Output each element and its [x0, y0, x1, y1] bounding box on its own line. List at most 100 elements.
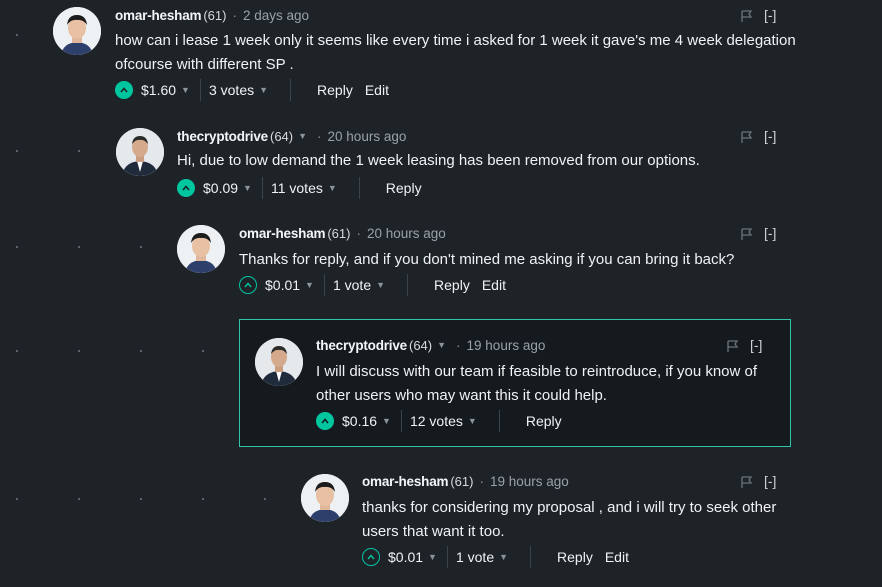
- flag-icon[interactable]: [740, 227, 754, 241]
- collapse-toggle[interactable]: [-]: [764, 225, 776, 241]
- timestamp-link[interactable]: 20 hours ago: [367, 226, 446, 241]
- comment: omar-hesham (61) · 2 days ago [-] how ca…: [0, 0, 882, 110]
- caret-down-icon[interactable]: ▼: [499, 552, 508, 562]
- author-name[interactable]: thecryptodrive: [316, 338, 407, 353]
- vote-count[interactable]: 12 votes: [410, 413, 463, 429]
- vote-count[interactable]: 11 votes: [271, 180, 323, 196]
- comment-thread: omar-hesham (61) · 2 days ago [-] how ca…: [0, 0, 882, 587]
- edit-button[interactable]: Edit: [482, 277, 506, 293]
- flag-icon[interactable]: [740, 475, 754, 489]
- author-name[interactable]: omar-hesham: [115, 8, 202, 23]
- vote-count[interactable]: 1 vote: [456, 549, 494, 565]
- user-avatar-icon: [116, 128, 164, 176]
- payout-value[interactable]: $0.01: [265, 277, 300, 293]
- flag-icon[interactable]: [726, 339, 740, 353]
- divider: [530, 546, 532, 568]
- avatar[interactable]: [116, 128, 164, 176]
- comment-header: thecryptodrive (64) ▼ · 19 hours ago: [316, 335, 545, 355]
- caret-down-icon[interactable]: ▼: [181, 85, 190, 95]
- flag-icon[interactable]: [740, 9, 754, 23]
- comment-header: omar-hesham (61) · 20 hours ago: [239, 223, 446, 243]
- author-name[interactable]: omar-hesham: [239, 226, 326, 241]
- chevron-up-icon: [244, 282, 252, 288]
- timestamp-link[interactable]: 20 hours ago: [328, 129, 407, 144]
- payout-value[interactable]: $0.09: [203, 180, 238, 196]
- collapse-toggle[interactable]: [-]: [764, 128, 776, 144]
- payout-value[interactable]: $1.60: [141, 82, 176, 98]
- avatar[interactable]: [53, 7, 101, 55]
- caret-down-icon[interactable]: ▼: [382, 416, 391, 426]
- divider: [261, 177, 263, 199]
- caret-down-icon[interactable]: ▼: [305, 280, 314, 290]
- upvote-button[interactable]: [362, 548, 380, 566]
- timestamp-link[interactable]: 2 days ago: [243, 8, 309, 23]
- caret-down-icon[interactable]: ▼: [437, 340, 446, 350]
- comment-footer: $0.09 ▼ 11 votes ▼ Reply: [177, 177, 422, 199]
- reply-button[interactable]: Reply: [434, 277, 470, 293]
- caret-down-icon[interactable]: ▼: [243, 183, 252, 193]
- comment-footer: $0.16 ▼ 12 votes ▼ Reply: [316, 410, 562, 432]
- timestamp-link[interactable]: 19 hours ago: [467, 338, 546, 353]
- avatar[interactable]: [177, 225, 225, 273]
- caret-down-icon[interactable]: ▼: [428, 552, 437, 562]
- divider: [323, 274, 325, 296]
- divider: [199, 79, 201, 101]
- reply-button[interactable]: Reply: [526, 413, 562, 429]
- reply-button[interactable]: Reply: [317, 82, 353, 98]
- vote-count[interactable]: 1 vote: [333, 277, 371, 293]
- chevron-up-icon: [321, 418, 329, 424]
- thread-guide-dots: [16, 350, 264, 352]
- comment: omar-hesham (61) · 20 hours ago [-] Than…: [0, 218, 882, 308]
- caret-down-icon[interactable]: ▼: [298, 131, 307, 141]
- divider: [400, 410, 402, 432]
- collapse-toggle[interactable]: [-]: [764, 473, 776, 489]
- divider: [290, 79, 292, 101]
- timestamp-link[interactable]: 19 hours ago: [490, 474, 569, 489]
- edit-button[interactable]: Edit: [365, 82, 389, 98]
- comment-body: how can i lease 1 week only it seems lik…: [115, 32, 796, 73]
- separator: ·: [317, 128, 322, 144]
- collapse-toggle[interactable]: [-]: [750, 337, 762, 353]
- flag-icon[interactable]: [740, 130, 754, 144]
- chevron-up-icon: [120, 87, 128, 93]
- divider: [446, 546, 448, 568]
- upvote-button[interactable]: [177, 179, 195, 197]
- vote-count[interactable]: 3 votes: [209, 82, 254, 98]
- comment-footer: $0.01 ▼ 1 vote ▼ Reply Edit: [239, 274, 506, 296]
- collapse-toggle[interactable]: [-]: [764, 7, 776, 23]
- avatar[interactable]: [255, 338, 303, 386]
- author-reputation: (61): [450, 473, 474, 489]
- separator: ·: [479, 473, 484, 489]
- avatar[interactable]: [301, 474, 349, 522]
- author-name[interactable]: omar-hesham: [362, 474, 449, 489]
- caret-down-icon[interactable]: ▼: [376, 280, 385, 290]
- payout-value[interactable]: $0.01: [388, 549, 423, 565]
- reply-button[interactable]: Reply: [557, 549, 593, 565]
- edit-button[interactable]: Edit: [605, 549, 629, 565]
- upvote-button[interactable]: [115, 81, 133, 99]
- user-avatar-icon: [301, 474, 349, 522]
- comment-body: Hi, due to low demand the 1 week leasing…: [177, 152, 700, 169]
- separator: ·: [232, 7, 237, 23]
- chevron-up-icon: [367, 554, 375, 560]
- caret-down-icon[interactable]: ▼: [468, 416, 477, 426]
- author-name[interactable]: thecryptodrive: [177, 129, 268, 144]
- user-avatar-icon: [53, 7, 101, 55]
- reply-button[interactable]: Reply: [386, 180, 422, 196]
- comment: thecryptodrive (64) ▼ · 20 hours ago [-]…: [0, 120, 882, 210]
- upvote-button[interactable]: [239, 276, 257, 294]
- comment: omar-hesham (61) · 19 hours ago [-] than…: [0, 466, 882, 584]
- separator: ·: [356, 225, 361, 241]
- caret-down-icon[interactable]: ▼: [259, 85, 268, 95]
- divider: [407, 274, 409, 296]
- author-reputation: (64): [269, 128, 294, 144]
- upvote-button[interactable]: [316, 412, 334, 430]
- highlighted-comment: thecryptodrive (64) ▼ · 19 hours ago [-]…: [239, 319, 791, 447]
- payout-value[interactable]: $0.16: [342, 413, 377, 429]
- author-reputation: (61): [327, 225, 351, 241]
- chevron-up-icon: [182, 185, 190, 191]
- caret-down-icon[interactable]: ▼: [328, 183, 337, 193]
- comment-footer: $1.60 ▼ 3 votes ▼ Reply Edit: [115, 79, 389, 101]
- comment-footer: $0.01 ▼ 1 vote ▼ Reply Edit: [362, 546, 629, 568]
- separator: ·: [456, 337, 461, 353]
